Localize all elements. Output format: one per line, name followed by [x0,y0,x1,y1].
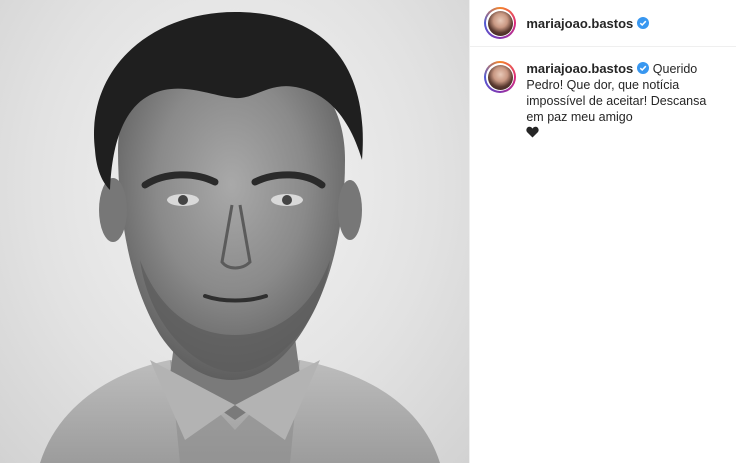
post-sidebar: mariajoao.bastos mariajoao.bastos Querid… [469,0,736,463]
avatar[interactable] [484,7,517,39]
post-header: mariajoao.bastos [470,0,736,47]
header-username[interactable]: mariajoao.bastos [526,16,633,31]
caption-comment: mariajoao.bastos Querido Pedro! Que dor,… [470,47,736,141]
caption-text: mariajoao.bastos Querido Pedro! Que dor,… [526,61,721,141]
black-heart-icon [526,126,540,138]
verified-badge-icon [637,17,650,29]
post-photo[interactable] [0,0,470,463]
verified-badge-icon [637,62,650,74]
instagram-post: mariajoao.bastos mariajoao.bastos Querid… [0,0,736,463]
comment-avatar[interactable] [484,61,517,93]
caption-username[interactable]: mariajoao.bastos [526,61,633,76]
portrait-image [40,12,440,463]
